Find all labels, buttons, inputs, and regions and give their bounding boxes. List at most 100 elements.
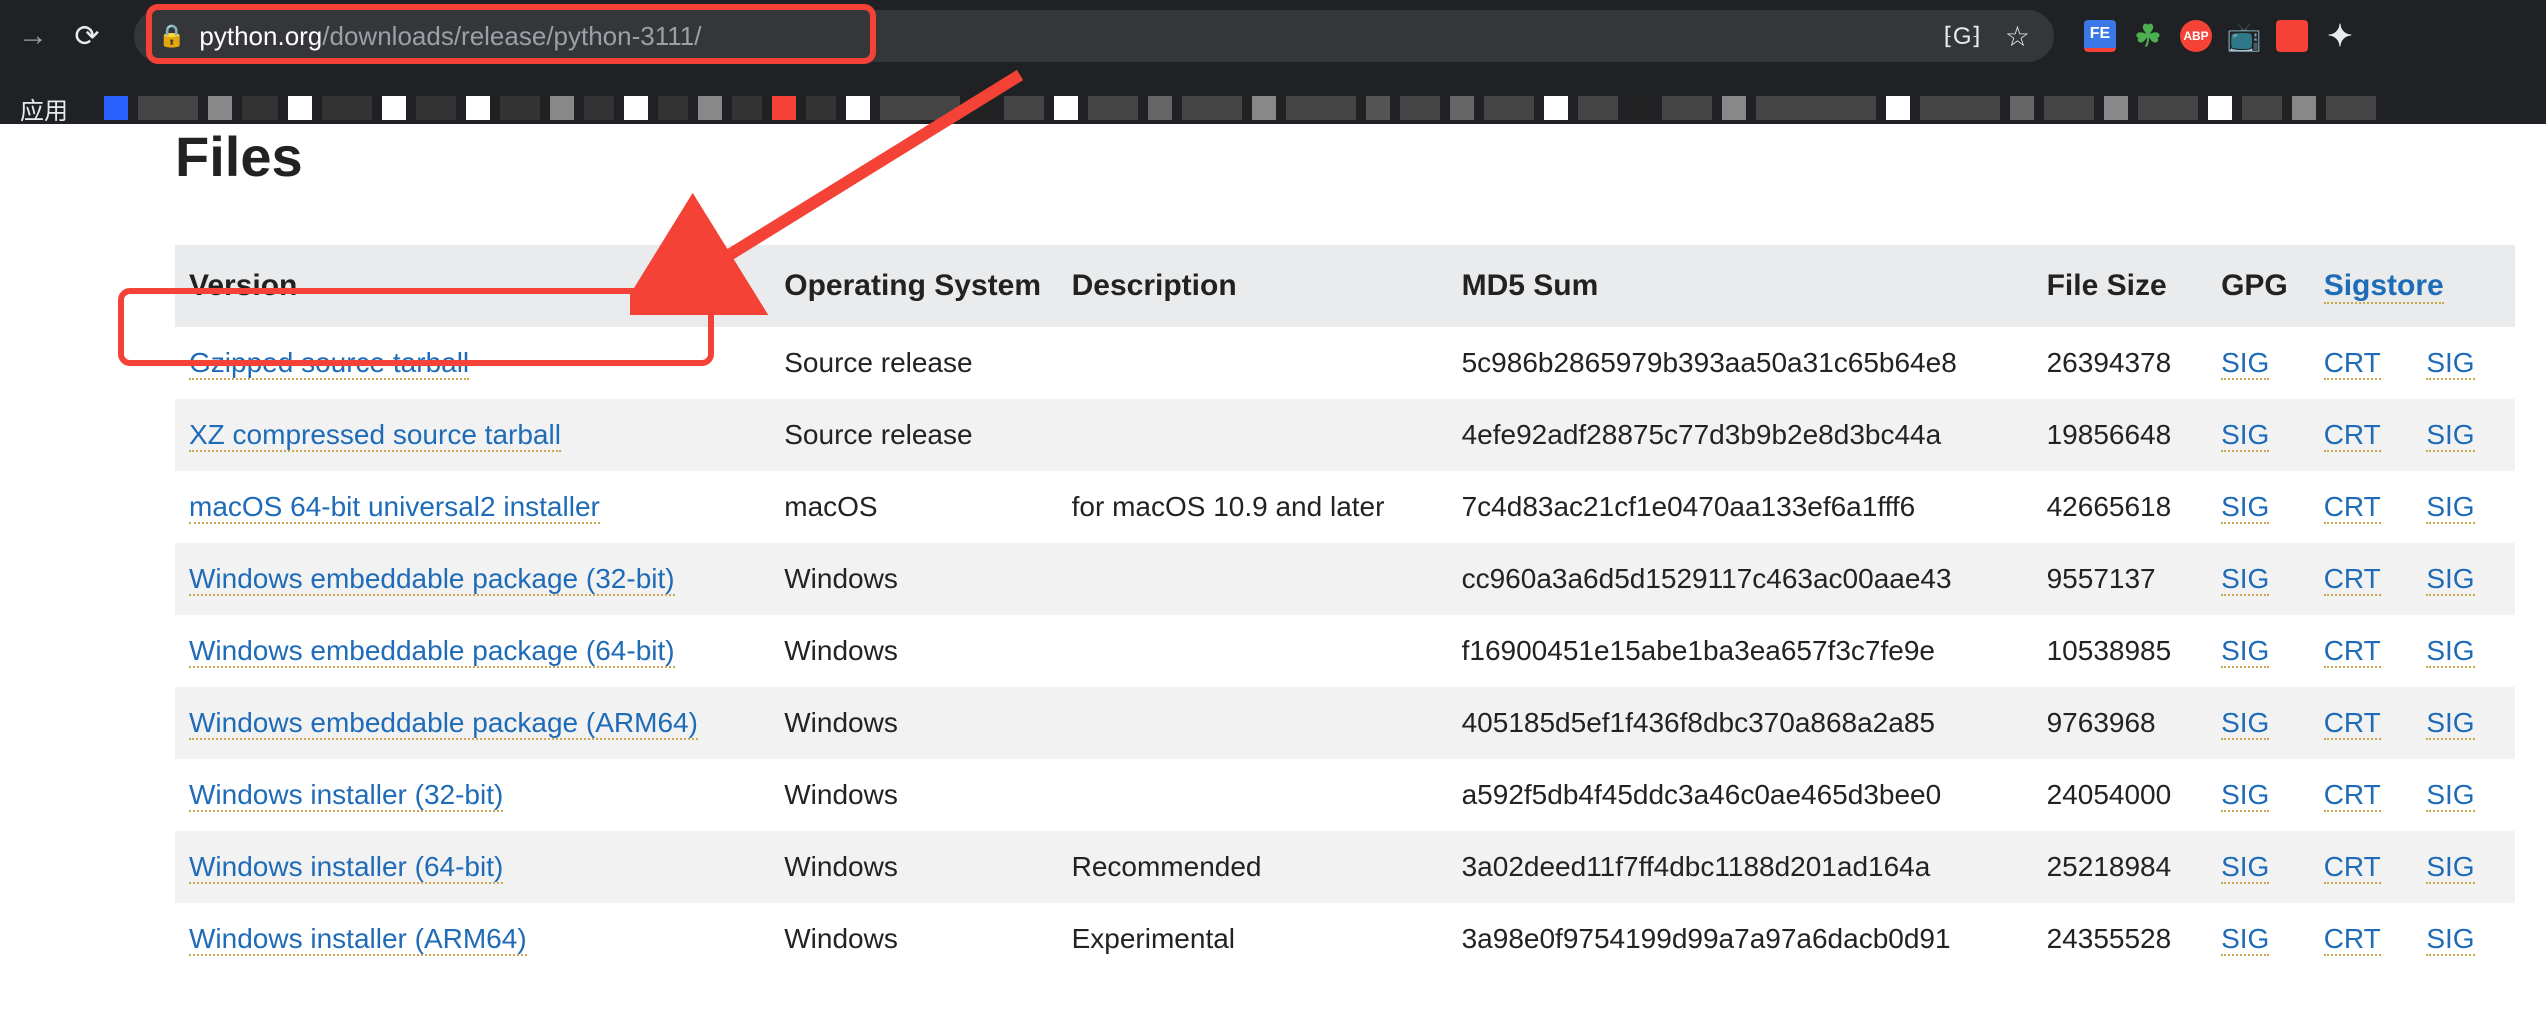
sigstore-sig-link[interactable]: SIG (2426, 707, 2474, 740)
bookmark-item[interactable] (624, 96, 648, 120)
bookmark-item[interactable] (1182, 96, 1242, 120)
header-os: Operating System (770, 245, 1057, 327)
download-link[interactable]: macOS 64-bit universal2 installer (189, 491, 600, 524)
cell-md5: a592f5db4f45ddc3a46c0ae465d3bee0 (1448, 759, 2033, 831)
cell-size: 26394378 (2033, 327, 2207, 399)
bookmark-item[interactable] (1252, 96, 1276, 120)
bookmark-item[interactable] (1148, 96, 1172, 120)
extension-abp-icon[interactable]: ABP (2180, 20, 2212, 52)
bookmark-item[interactable] (322, 96, 372, 120)
sigstore-sig-link[interactable]: SIG (2426, 347, 2474, 380)
gpg-sig-link[interactable]: SIG (2221, 419, 2269, 452)
bookmark-item[interactable] (2292, 96, 2316, 120)
bookmark-item[interactable] (1628, 96, 1652, 120)
gpg-sig-link[interactable]: SIG (2221, 635, 2269, 668)
bookmark-item[interactable] (500, 96, 540, 120)
sigstore-sig-link[interactable]: SIG (2426, 635, 2474, 668)
bookmark-item[interactable] (2044, 96, 2094, 120)
sigstore-crt-link[interactable]: CRT (2324, 851, 2381, 884)
sigstore-sig-link[interactable]: SIG (2426, 851, 2474, 884)
bookmark-item[interactable] (1544, 96, 1568, 120)
gpg-sig-link[interactable]: SIG (2221, 347, 2269, 380)
bookmark-item[interactable] (658, 96, 688, 120)
download-link[interactable]: Windows embeddable package (ARM64) (189, 707, 698, 740)
translate-icon[interactable]: ⁅G⁆ (1943, 22, 1980, 51)
download-link[interactable]: Gzipped source tarball (189, 347, 469, 380)
sigstore-crt-link[interactable]: CRT (2324, 491, 2381, 524)
download-link[interactable]: Windows embeddable package (64-bit) (189, 635, 675, 668)
sigstore-sig-link[interactable]: SIG (2426, 779, 2474, 812)
sigstore-sig-link[interactable]: SIG (2426, 491, 2474, 524)
extension-red-icon[interactable] (2276, 20, 2308, 52)
bookmark-item[interactable] (1054, 96, 1078, 120)
download-link[interactable]: Windows embeddable package (32-bit) (189, 563, 675, 596)
bookmark-item[interactable] (806, 96, 836, 120)
extension-evernote-icon[interactable]: ☘ (2132, 20, 2164, 52)
bookmark-item[interactable] (1286, 96, 1356, 120)
gpg-sig-link[interactable]: SIG (2221, 851, 2269, 884)
bookmark-item[interactable] (2242, 96, 2282, 120)
bookmark-item[interactable] (1886, 96, 1910, 120)
bookmark-star-icon[interactable]: ☆ (2005, 20, 2030, 53)
bookmark-item[interactable] (2010, 96, 2034, 120)
extensions-puzzle-icon[interactable]: ✦ (2324, 20, 2356, 52)
download-link[interactable]: Windows installer (32-bit) (189, 779, 503, 812)
bookmark-item[interactable] (1662, 96, 1712, 120)
sigstore-sig-link[interactable]: SIG (2426, 563, 2474, 596)
bookmark-item[interactable] (1722, 96, 1746, 120)
sigstore-crt-link[interactable]: CRT (2324, 707, 2381, 740)
gpg-sig-link[interactable]: SIG (2221, 923, 2269, 956)
bookmark-item[interactable] (2138, 96, 2198, 120)
bookmark-item[interactable] (138, 96, 198, 120)
sigstore-crt-link[interactable]: CRT (2324, 923, 2381, 956)
bookmark-item[interactable] (1366, 96, 1390, 120)
bookmark-item[interactable] (466, 96, 490, 120)
apps-button[interactable]: 应用 (0, 91, 88, 126)
download-link[interactable]: XZ compressed source tarball (189, 419, 561, 452)
gpg-sig-link[interactable]: SIG (2221, 779, 2269, 812)
bookmark-item[interactable] (1920, 96, 2000, 120)
sigstore-crt-link[interactable]: CRT (2324, 635, 2381, 668)
reload-button[interactable]: ⟳ (70, 19, 104, 54)
gpg-sig-link[interactable]: SIG (2221, 707, 2269, 740)
bookmark-item[interactable] (846, 96, 870, 120)
bookmark-item[interactable] (2208, 96, 2232, 120)
bookmark-item[interactable] (732, 96, 762, 120)
bookmark-item[interactable] (1450, 96, 1474, 120)
download-link[interactable]: Windows installer (64-bit) (189, 851, 503, 884)
bookmark-item[interactable] (550, 96, 574, 120)
sigstore-sig-link[interactable]: SIG (2426, 419, 2474, 452)
sigstore-sig-link[interactable]: SIG (2426, 923, 2474, 956)
bookmark-item[interactable] (1088, 96, 1138, 120)
sigstore-link[interactable]: Sigstore (2324, 269, 2444, 304)
sigstore-crt-link[interactable]: CRT (2324, 779, 2381, 812)
bookmark-item[interactable] (2104, 96, 2128, 120)
bookmark-item[interactable] (880, 96, 960, 120)
bookmark-item[interactable] (1004, 96, 1044, 120)
bookmark-item[interactable] (1400, 96, 1440, 120)
bookmark-item[interactable] (242, 96, 278, 120)
bookmark-item[interactable] (1484, 96, 1534, 120)
bookmark-item[interactable] (970, 96, 994, 120)
extension-tv-icon[interactable]: 📺 (2228, 20, 2260, 52)
bookmark-item[interactable] (2326, 96, 2376, 120)
bookmark-item[interactable] (382, 96, 406, 120)
sigstore-crt-link[interactable]: CRT (2324, 563, 2381, 596)
bookmark-item[interactable] (288, 96, 312, 120)
bookmark-item[interactable] (1756, 96, 1876, 120)
sigstore-crt-link[interactable]: CRT (2324, 347, 2381, 380)
gpg-sig-link[interactable]: SIG (2221, 563, 2269, 596)
bookmark-item[interactable] (416, 96, 456, 120)
bookmark-item[interactable] (208, 96, 232, 120)
sigstore-crt-link[interactable]: CRT (2324, 419, 2381, 452)
bookmark-item[interactable] (772, 96, 796, 120)
bookmark-item[interactable] (1578, 96, 1618, 120)
bookmark-item[interactable] (584, 96, 614, 120)
download-link[interactable]: Windows installer (ARM64) (189, 923, 527, 956)
bookmark-item[interactable] (104, 96, 128, 120)
url-bar[interactable]: 🔒 python.org/downloads/release/python-31… (134, 10, 2054, 62)
bookmark-item[interactable] (698, 96, 722, 120)
extension-fe-icon[interactable]: FE (2084, 20, 2116, 52)
gpg-sig-link[interactable]: SIG (2221, 491, 2269, 524)
forward-button[interactable]: → (16, 19, 50, 53)
